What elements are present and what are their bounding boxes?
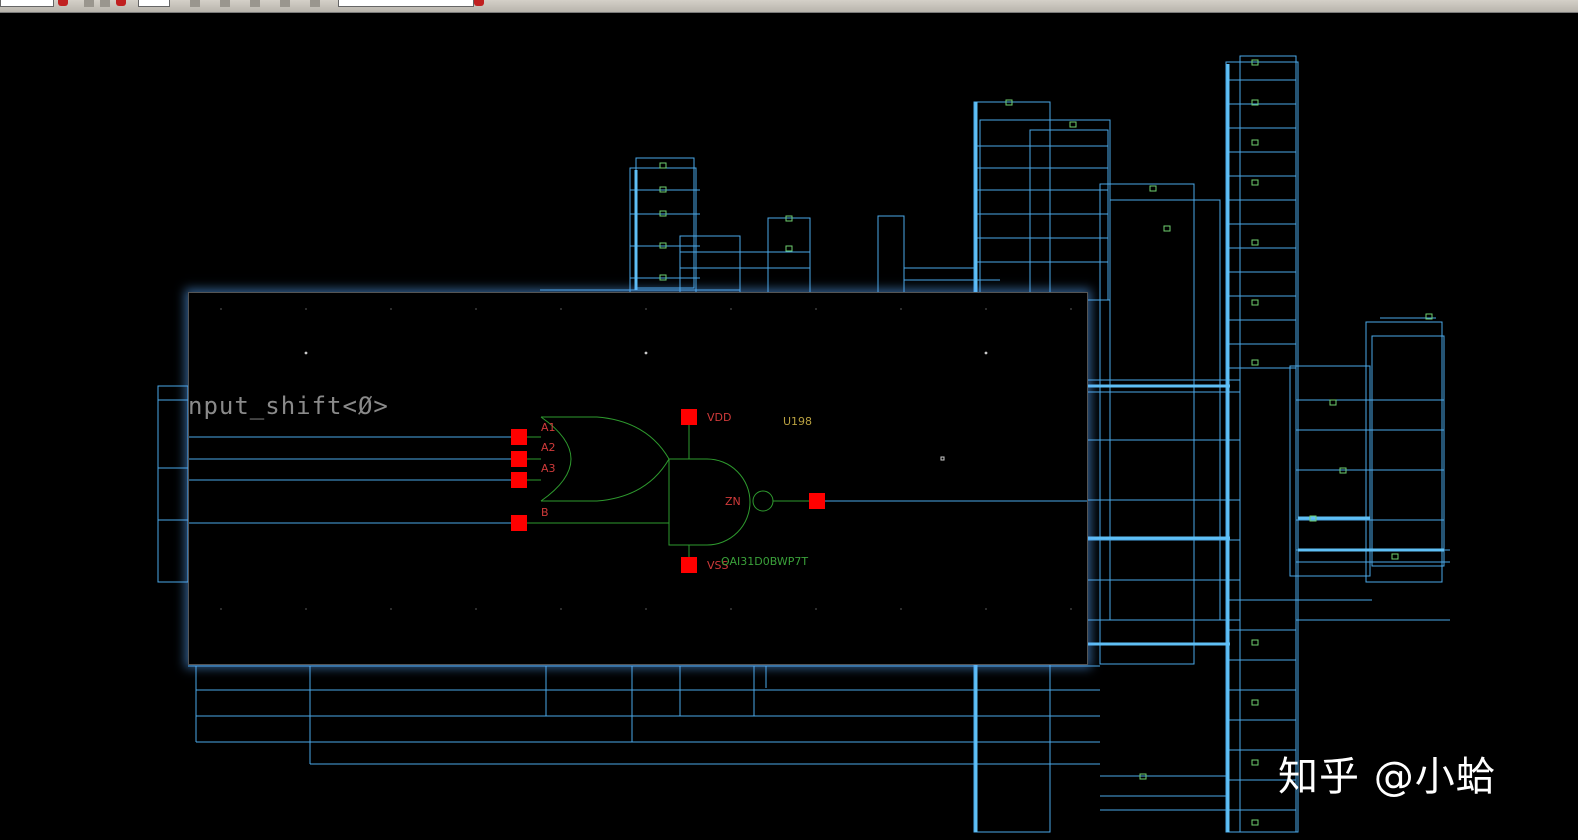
pin-label-zn: ZN [725,495,741,508]
pin-a2[interactable] [511,451,527,467]
pin-vss[interactable] [681,557,697,573]
pin-b[interactable] [511,515,527,531]
toolbar-button-1[interactable] [84,0,94,7]
zoom-view-window[interactable]: A1 A2 A3 B VDD ZN VSS U198 OAI31D0BWP7T [188,292,1088,665]
toolbar-search-field[interactable] [338,0,474,7]
pin-label-a2: A2 [541,441,556,454]
instance-name-label: U198 [783,415,813,428]
pin-a3[interactable] [511,472,527,488]
toolbar-button-3[interactable] [190,0,200,7]
toolbar-red-button[interactable] [58,0,68,6]
toolbar-button-7[interactable] [310,0,320,7]
toolbar-button-4[interactable] [220,0,230,7]
pin-zn[interactable] [809,493,825,509]
pin-label-b: B [541,506,549,519]
pin-label-a1: A1 [541,421,556,434]
toolbar-button-6[interactable] [280,0,290,7]
pin-label-vdd: VDD [707,411,732,424]
watermark: 知乎 @小蛤 [1278,754,1497,800]
toolbar-stop-button[interactable] [116,0,126,6]
cell-name-label: OAI31D0BWP7T [721,555,809,568]
toolbar-field-left[interactable] [0,0,54,7]
net-name-label: nput_shift<Ø> [188,392,389,420]
toolbar-close-button[interactable] [474,0,484,6]
toolbar-button-2[interactable] [100,0,110,7]
toolbar-button-5[interactable] [250,0,260,7]
toolbar-small-field[interactable] [138,0,170,7]
pin-label-a3: A3 [541,462,556,475]
pin-vdd[interactable] [681,409,697,425]
pin-a1[interactable] [511,429,527,445]
gate-schematic [189,308,1087,610]
